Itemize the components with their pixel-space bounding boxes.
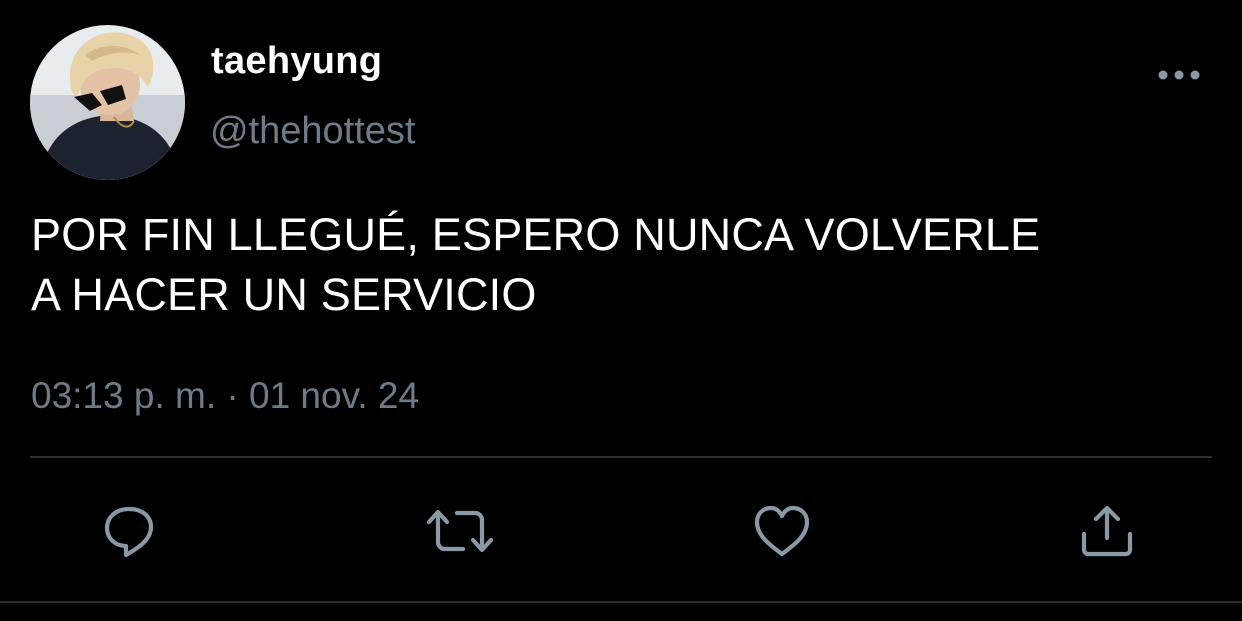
more-dots-icon: [1158, 70, 1200, 80]
profile-photo-icon: [30, 25, 185, 180]
share-icon: [1081, 505, 1133, 557]
tweet-timestamp[interactable]: 03:13 p. m. · 01 nov. 24: [31, 373, 419, 419]
share-button[interactable]: [1076, 500, 1138, 562]
tweet-date: 01 nov. 24: [249, 375, 420, 416]
retweet-icon: [427, 509, 493, 553]
reply-icon: [104, 506, 154, 558]
tweet-text-line: A HACER UN SERVICIO: [31, 269, 537, 320]
tweet-detail: taehyung @thehottest POR FIN LLEGUÉ, ESP…: [0, 0, 1242, 621]
tweet-time: 03:13 p. m.: [31, 375, 217, 416]
divider: [30, 456, 1212, 458]
more-options-button[interactable]: [1156, 60, 1202, 90]
like-button[interactable]: [751, 500, 813, 562]
avatar[interactable]: [30, 25, 185, 180]
tweet-text: POR FIN LLEGUÉ, ESPERO NUNCA VOLVERLE A …: [31, 205, 1221, 325]
like-icon: [754, 505, 810, 557]
timestamp-separator: ·: [216, 375, 249, 416]
reply-button[interactable]: [98, 500, 160, 562]
tweet-text-line: POR FIN LLEGUÉ, ESPERO NUNCA VOLVERLE: [31, 209, 1041, 260]
display-name[interactable]: taehyung: [211, 38, 382, 84]
retweet-button[interactable]: [427, 500, 493, 562]
user-handle[interactable]: @thehottest: [210, 108, 415, 154]
divider: [0, 601, 1242, 603]
